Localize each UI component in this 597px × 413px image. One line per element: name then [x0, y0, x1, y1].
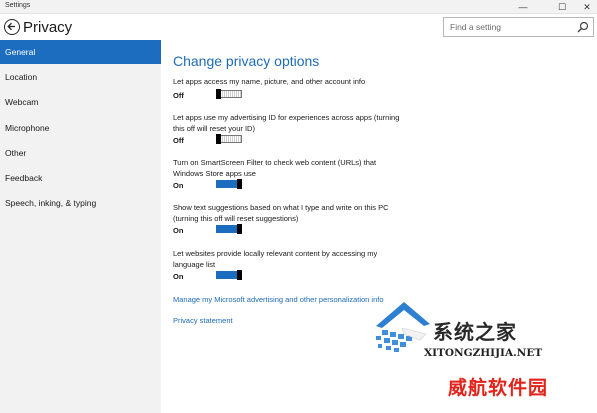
- watermark-domain: XITONGZHIJIA.NET: [424, 347, 543, 359]
- sidebar-item-general[interactable]: General: [0, 40, 161, 64]
- close-button[interactable]: ✕: [571, 0, 597, 14]
- setting-text-suggestions-toggle[interactable]: [216, 224, 242, 234]
- minimize-button[interactable]: —: [507, 0, 539, 14]
- setting-language-list-toggle[interactable]: [216, 270, 242, 280]
- section-heading: Change privacy options: [173, 53, 320, 69]
- setting-smartscreen-toggle[interactable]: [216, 179, 242, 189]
- setting-smartscreen-description: Turn on SmartScreen Filter to check web …: [173, 158, 377, 178]
- sidebar-item-webcam[interactable]: Webcam: [0, 90, 161, 114]
- watermark: 系统之家 XITONGZHIJIA.NET 威航软件园: [360, 298, 597, 413]
- sidebar-item-speech-inking-typing[interactable]: Speech, inking, & typing: [0, 191, 161, 215]
- page-title: Privacy: [23, 19, 73, 36]
- back-arrow-icon: [7, 22, 15, 31]
- sidebar: General Location Webcam Microphone Other…: [0, 40, 161, 413]
- setting-account-info-state: Off: [173, 91, 184, 100]
- setting-advertising-id-state: Off: [173, 136, 184, 145]
- setting-advertising-id-toggle[interactable]: [216, 134, 242, 144]
- house-logo-icon: [376, 302, 430, 352]
- setting-text-suggestions-description: Show text suggestions based on what I ty…: [173, 203, 389, 223]
- sidebar-item-location[interactable]: Location: [0, 65, 161, 89]
- setting-account-info-toggle[interactable]: [216, 89, 242, 99]
- setting-smartscreen-state: On: [173, 181, 184, 190]
- search-box[interactable]: [443, 17, 594, 37]
- window-title: Settings: [5, 2, 31, 9]
- toggle-thumb: [237, 179, 242, 189]
- sidebar-item-microphone[interactable]: Microphone: [0, 116, 161, 140]
- watermark-secondary-name: 威航软件园: [448, 377, 549, 399]
- manage-advertising-link[interactable]: Manage my Microsoft advertising and othe…: [173, 295, 384, 304]
- toggle-thumb: [216, 89, 221, 99]
- setting-account-info-description: Let apps access my name, picture, and ot…: [173, 77, 366, 86]
- search-icon[interactable]: [577, 21, 589, 33]
- window-titlebar: Settings — ☐ ✕: [0, 0, 597, 14]
- setting-language-list-state: On: [173, 272, 184, 281]
- toggle-thumb: [216, 134, 221, 144]
- toggle-thumb: [237, 270, 242, 280]
- back-button[interactable]: [4, 19, 20, 35]
- setting-advertising-id-description: Let apps use my advertising ID for exper…: [173, 113, 400, 133]
- setting-text-suggestions-state: On: [173, 226, 184, 235]
- toggle-thumb: [237, 224, 242, 234]
- search-input[interactable]: [444, 18, 572, 36]
- privacy-statement-link[interactable]: Privacy statement: [173, 316, 233, 325]
- sidebar-item-feedback[interactable]: Feedback: [0, 166, 161, 190]
- watermark-site-name: 系统之家: [433, 320, 517, 344]
- sidebar-item-other[interactable]: Other: [0, 141, 161, 165]
- setting-language-list-description: Let websites provide locally relevant co…: [173, 249, 378, 269]
